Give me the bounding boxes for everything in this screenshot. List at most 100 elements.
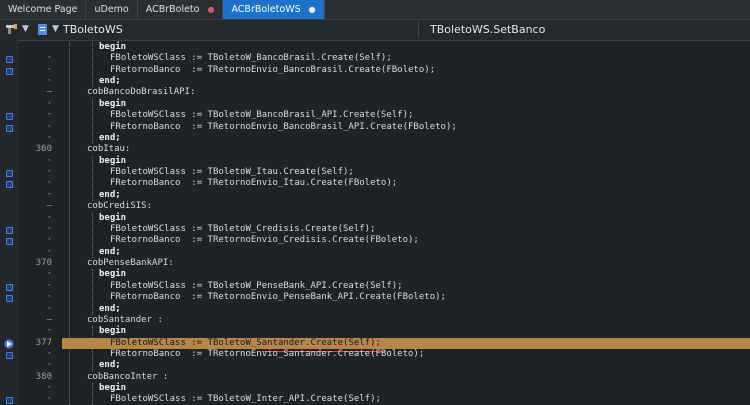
code-line[interactable]: FBoletoWSClass := TBoletoW_Itau.Create(S… bbox=[62, 167, 750, 178]
line-gutter-mark: · bbox=[46, 155, 52, 166]
code-line[interactable]: FBoletoWSClass := TBoletoW_BancoBrasil.C… bbox=[62, 53, 750, 64]
modified-dot-icon[interactable]: ● bbox=[207, 5, 214, 14]
line-gutter-mark: – bbox=[46, 314, 52, 325]
breakpoint-marker[interactable] bbox=[6, 170, 13, 178]
method-selector[interactable]: TBoletoWS.SetBanco bbox=[430, 23, 545, 36]
code-line[interactable]: cobBancoInter : bbox=[62, 372, 750, 383]
tab-label: uDemo bbox=[94, 4, 129, 15]
code-line[interactable]: cobItau: bbox=[62, 144, 750, 155]
chevron-down-icon[interactable]: ▼ bbox=[52, 24, 59, 34]
code-text: begin bbox=[99, 326, 127, 337]
line-gutter-mark: · bbox=[46, 348, 52, 359]
code-line[interactable]: FBoletoWSClass := TBoletoW_Inter_API.Cre… bbox=[62, 394, 750, 405]
tab-udemo[interactable]: uDemo bbox=[86, 0, 138, 19]
line-gutter-mark: · bbox=[46, 76, 52, 87]
code-text: end; bbox=[99, 303, 121, 314]
line-gutter-mark: · bbox=[46, 292, 52, 303]
code-line[interactable]: cobPenseBankAPI: bbox=[62, 258, 750, 269]
code-text: FBoletoWSClass := TBoletoW_BancoBrasil.C… bbox=[110, 53, 392, 64]
breakpoint-marker[interactable] bbox=[6, 351, 13, 359]
code-text: FBoletoWSClass := TBoletoW_Itau.Create(S… bbox=[110, 167, 354, 178]
code-line[interactable]: FRetornoBanco := TRetornoEnvio_Itau.Crea… bbox=[62, 178, 750, 189]
breakpoint-marker[interactable] bbox=[6, 181, 13, 189]
code-line[interactable]: end; bbox=[62, 304, 750, 315]
code-line[interactable]: begin bbox=[62, 213, 750, 224]
current-execution-line[interactable]: FBoletoWSClass := TBoletoW_Santander.Cre… bbox=[62, 337, 750, 349]
code-line[interactable]: begin bbox=[62, 269, 750, 280]
document-icon[interactable] bbox=[37, 24, 49, 35]
line-number: 380 bbox=[35, 371, 52, 382]
class-selector[interactable]: TBoletoWS bbox=[63, 23, 123, 36]
code-line[interactable]: begin bbox=[62, 326, 750, 337]
tab-label: ACBrBoleto bbox=[145, 4, 200, 15]
code-line[interactable]: begin bbox=[62, 156, 750, 167]
line-gutter-mark: · bbox=[46, 235, 52, 246]
code-text: end; bbox=[99, 76, 121, 87]
close-icon[interactable]: ● bbox=[309, 5, 316, 14]
code-text: FRetornoBanco := TRetornoEnvio_Credisis.… bbox=[110, 235, 419, 246]
code-line[interactable]: begin bbox=[62, 99, 750, 110]
code-line[interactable]: begin bbox=[62, 42, 750, 53]
breakpoint-marker[interactable] bbox=[6, 397, 13, 405]
code-text: FBoletoWSClass := TBoletoW_Credisis.Crea… bbox=[110, 223, 376, 234]
code-line[interactable]: cobCrediSIS: bbox=[62, 201, 750, 212]
line-gutter-mark: · bbox=[46, 53, 52, 64]
code-line[interactable]: FRetornoBanco := TRetornoEnvio_Santander… bbox=[62, 349, 750, 360]
chevron-down-icon[interactable]: ▼ bbox=[22, 24, 29, 34]
code-line[interactable]: FBoletoWSClass := TBoletoW_Credisis.Crea… bbox=[62, 224, 750, 235]
breakpoint-marker[interactable] bbox=[6, 124, 13, 132]
tab-welcome page[interactable]: Welcome Page bbox=[0, 0, 87, 19]
code-line[interactable]: cobSantander : bbox=[62, 315, 750, 326]
line-number-gutter: · · · – · · · · 360 · · · · – · · · · 370 · · · · – · 377 · · 380 · · bbox=[18, 40, 60, 405]
code-navigation-bar: ▼ ▼ TBoletoWS TBoletoWS.SetBanco bbox=[0, 20, 750, 41]
code-line[interactable]: FRetornoBanco := TRetornoEnvio_PenseBank… bbox=[62, 292, 750, 303]
line-gutter-mark: · bbox=[46, 98, 52, 109]
line-gutter-mark: · bbox=[46, 303, 52, 314]
line-gutter-mark: · bbox=[46, 326, 52, 337]
breakpoint-marker[interactable] bbox=[6, 67, 13, 75]
breakpoint-marker[interactable] bbox=[6, 295, 13, 303]
breakpoint-marker[interactable] bbox=[6, 226, 13, 234]
code-text: FRetornoBanco := TRetornoEnvio_Itau.Crea… bbox=[110, 178, 398, 189]
code-text: FBoletoWSClass := TBoletoW_PenseBank_API… bbox=[110, 280, 403, 291]
code-editor[interactable]: · · · – · · · · 360 · · · · – · · · · 370 · · · · – · 377 · · 380 · · … bbox=[0, 40, 750, 405]
code-line[interactable]: end; bbox=[62, 133, 750, 144]
code-text: FRetornoBanco := TRetornoEnvio_BancoBras… bbox=[110, 64, 436, 75]
code-text: cobBancoDoBrasilAPI: bbox=[87, 87, 196, 98]
breakpoint-marker[interactable] bbox=[6, 283, 13, 291]
line-gutter-mark: · bbox=[46, 223, 52, 234]
execution-point-arrow-icon[interactable] bbox=[4, 339, 14, 349]
line-number: 377 bbox=[35, 337, 52, 348]
code-line[interactable]: FRetornoBanco := TRetornoEnvio_BancoBras… bbox=[62, 122, 750, 133]
code-line[interactable]: begin bbox=[62, 383, 750, 394]
code-text: begin bbox=[99, 155, 127, 166]
code-line[interactable]: FBoletoWSClass := TBoletoW_BancoBrasil_A… bbox=[62, 110, 750, 121]
code-text: end; bbox=[99, 132, 121, 143]
tab-label: ACBrBoletoWS bbox=[231, 4, 301, 15]
code-text: FRetornoBanco := TRetornoEnvio_BancoBras… bbox=[110, 121, 457, 132]
code-line[interactable]: FRetornoBanco := TRetornoEnvio_BancoBras… bbox=[62, 65, 750, 76]
code-text: begin bbox=[99, 383, 127, 394]
code-line[interactable]: end; bbox=[62, 247, 750, 258]
line-gutter-mark: · bbox=[46, 167, 52, 178]
breakpoint-marker[interactable] bbox=[6, 238, 13, 246]
breakpoint-marker[interactable] bbox=[6, 113, 13, 121]
tab-acbrboleto[interactable]: ACBrBoleto ● bbox=[138, 0, 224, 19]
code-line[interactable]: end; bbox=[62, 190, 750, 201]
line-gutter-mark: · bbox=[46, 269, 52, 280]
code-text: cobSantander : bbox=[87, 314, 163, 325]
code-text: cobBancoInter : bbox=[87, 371, 169, 382]
code-area[interactable]: begin FBoletoWSClass := TBoletoW_BancoBra… bbox=[62, 40, 750, 405]
code-line[interactable]: end; bbox=[62, 360, 750, 371]
code-line[interactable]: end; bbox=[62, 76, 750, 87]
code-line[interactable]: FBoletoWSClass := TBoletoW_PenseBank_API… bbox=[62, 281, 750, 292]
code-line[interactable]: FRetornoBanco := TRetornoEnvio_Credisis.… bbox=[62, 235, 750, 246]
breakpoint-marker[interactable] bbox=[6, 56, 13, 64]
line-gutter-mark: · bbox=[46, 189, 52, 200]
code-text: begin bbox=[99, 98, 127, 109]
line-gutter-mark: · bbox=[46, 64, 52, 75]
code-text: FRetornoBanco := TRetornoEnvio_Santander… bbox=[110, 348, 425, 359]
code-line[interactable]: cobBancoDoBrasilAPI: bbox=[62, 87, 750, 98]
tab-acbrboletows[interactable]: ACBrBoletoWS ● bbox=[223, 0, 325, 19]
tools-icon[interactable] bbox=[6, 24, 18, 35]
